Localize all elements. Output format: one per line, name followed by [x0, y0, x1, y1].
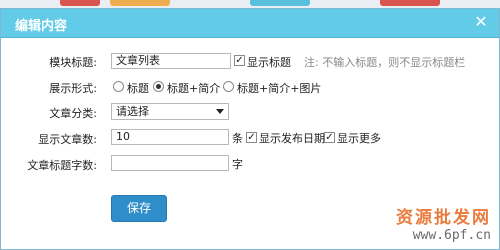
title-chars-unit: 字	[232, 158, 243, 171]
show-date-label: 显示发布日期	[259, 132, 325, 145]
title-chars-input[interactable]	[111, 155, 229, 171]
module-title-note: 注: 不输入标题，则不显示标题栏	[304, 56, 466, 69]
category-selected-value: 请选择	[116, 105, 149, 118]
chevron-down-icon	[216, 109, 224, 114]
show-more-checkbox[interactable]: ✓	[324, 132, 335, 143]
display-format-radio-title-intro[interactable]	[153, 81, 164, 92]
display-format-option-title-intro: 标题+简介	[167, 82, 221, 95]
article-count-label: 显示文章数:	[38, 133, 97, 146]
edit-content-dialog: 编辑内容 ✕ 模块标题: 文章列表 ✓ 显示标题 注: 不输入标题，则不显示标题…	[0, 8, 500, 250]
module-title-input[interactable]: 文章列表	[111, 53, 231, 69]
close-icon[interactable]: ✕	[473, 13, 489, 31]
background-tab	[60, 0, 100, 6]
display-format-radio-title-intro-image[interactable]	[223, 81, 234, 92]
display-format-option-title-intro-image: 标题+简介+图片	[237, 82, 322, 95]
category-select[interactable]: 请选择	[111, 103, 229, 120]
show-title-label: 显示标题	[247, 56, 291, 69]
dialog-title: 编辑内容	[15, 19, 68, 34]
save-button[interactable]: 保存	[111, 195, 167, 222]
module-title-label: 模块标题:	[49, 56, 97, 69]
display-format-label: 展示形式:	[49, 82, 97, 95]
article-count-unit: 条	[232, 132, 243, 145]
watermark-brand: 资源批发网	[396, 208, 491, 228]
title-chars-label: 文章标题字数:	[27, 159, 97, 172]
category-label: 文章分类:	[49, 107, 97, 120]
article-count-input[interactable]: 10	[111, 129, 229, 145]
watermark: 资源批发网 www.6pf.cn	[396, 203, 491, 243]
show-more-label: 显示更多	[337, 132, 381, 145]
background-tab	[110, 0, 170, 6]
watermark-url: www.6pf.cn	[412, 228, 491, 243]
show-date-checkbox[interactable]: ✓	[246, 132, 257, 143]
display-format-radio-title[interactable]	[113, 81, 124, 92]
background-tab	[380, 0, 440, 6]
background-tab	[250, 0, 310, 6]
display-format-option-title: 标题	[127, 82, 149, 95]
dialog-titlebar[interactable]: 编辑内容 ✕	[1, 9, 499, 38]
show-title-checkbox[interactable]: ✓	[234, 55, 245, 66]
